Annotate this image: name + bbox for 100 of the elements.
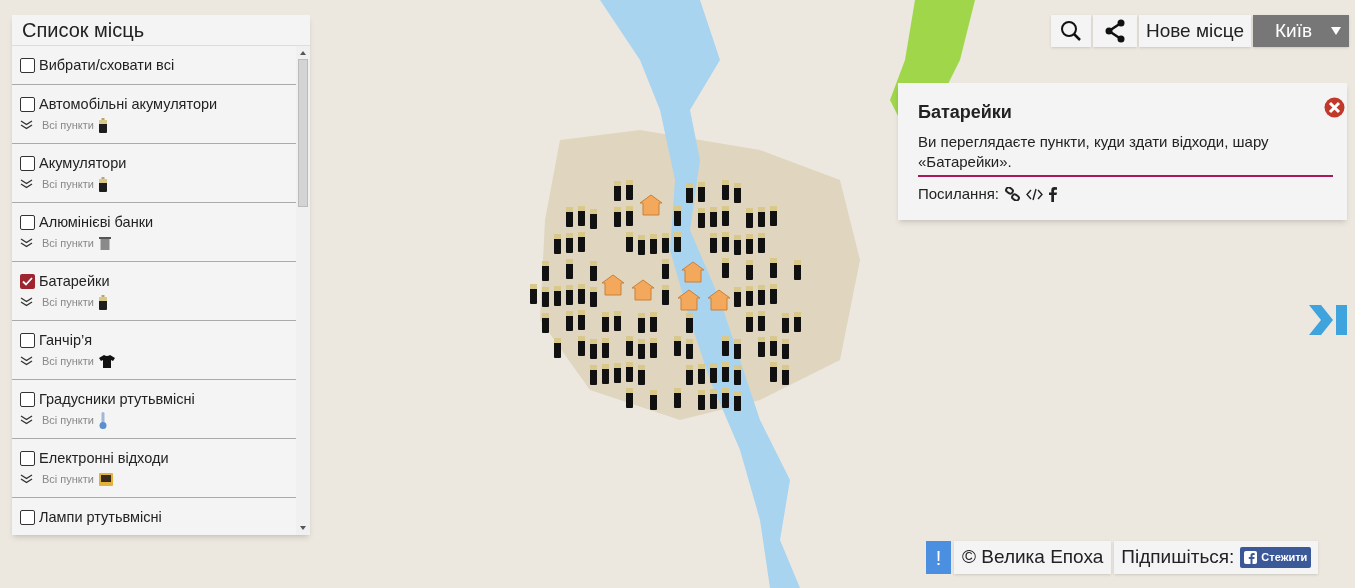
battery-marker-icon[interactable]: [698, 182, 705, 202]
checkbox[interactable]: [20, 451, 35, 467]
battery-marker-icon[interactable]: [590, 209, 597, 229]
checkbox[interactable]: [20, 510, 35, 526]
battery-marker-icon[interactable]: [626, 388, 633, 408]
battery-marker-icon[interactable]: [662, 259, 669, 279]
battery-marker-icon[interactable]: [746, 286, 753, 306]
checkbox[interactable]: [20, 156, 35, 172]
category-row[interactable]: Акумулятори Всі пункти: [12, 144, 296, 203]
battery-marker-icon[interactable]: [722, 388, 729, 408]
battery-marker-icon[interactable]: [614, 363, 621, 383]
scrollbar[interactable]: [296, 46, 310, 535]
battery-marker-icon[interactable]: [734, 365, 741, 385]
battery-marker-icon[interactable]: [650, 390, 657, 410]
battery-marker-icon[interactable]: [578, 310, 585, 330]
battery-marker-icon[interactable]: [626, 180, 633, 200]
battery-marker-icon[interactable]: [590, 365, 597, 385]
double-chevron-icon[interactable]: [20, 356, 33, 366]
battery-marker-icon[interactable]: [626, 362, 633, 382]
battery-marker-icon[interactable]: [542, 261, 549, 281]
battery-marker-icon[interactable]: [614, 311, 621, 331]
battery-marker-icon[interactable]: [734, 287, 741, 307]
category-row[interactable]: Вибрати/сховати всі: [12, 46, 296, 85]
checkbox[interactable]: [20, 97, 35, 113]
battery-marker-icon[interactable]: [722, 362, 729, 382]
double-chevron-icon[interactable]: [20, 120, 33, 130]
battery-marker-icon[interactable]: [710, 207, 717, 227]
battery-marker-icon[interactable]: [722, 336, 729, 356]
battery-marker-icon[interactable]: [746, 260, 753, 280]
double-chevron-icon[interactable]: [20, 415, 33, 426]
battery-marker-icon[interactable]: [578, 206, 585, 226]
battery-marker-icon[interactable]: [554, 234, 561, 254]
battery-marker-icon[interactable]: [758, 311, 765, 331]
battery-marker-icon[interactable]: [770, 284, 777, 304]
battery-marker-icon[interactable]: [566, 285, 573, 305]
battery-marker-icon[interactable]: [614, 181, 621, 201]
battery-marker-icon[interactable]: [602, 364, 609, 384]
battery-marker-icon[interactable]: [530, 284, 537, 304]
category-row[interactable]: Електронні відходи Всі пункти: [12, 439, 296, 498]
battery-marker-icon[interactable]: [734, 391, 741, 411]
double-chevron-icon[interactable]: [20, 474, 33, 484]
code-icon[interactable]: [1025, 187, 1043, 201]
battery-marker-icon[interactable]: [578, 336, 585, 356]
checkbox[interactable]: [20, 333, 35, 349]
battery-marker-icon[interactable]: [590, 339, 597, 359]
battery-marker-icon[interactable]: [734, 183, 741, 203]
category-row[interactable]: Автомобільні акумулятори Всі пункти: [12, 85, 296, 144]
battery-marker-icon[interactable]: [674, 388, 681, 408]
battery-marker-icon[interactable]: [770, 258, 777, 278]
battery-marker-icon[interactable]: [746, 234, 753, 254]
checkbox[interactable]: [20, 392, 35, 408]
battery-marker-icon[interactable]: [554, 286, 561, 306]
battery-marker-icon[interactable]: [710, 389, 717, 409]
battery-marker-icon[interactable]: [794, 312, 801, 332]
house-marker-icon[interactable]: [707, 289, 731, 311]
battery-marker-icon[interactable]: [698, 390, 705, 410]
battery-marker-icon[interactable]: [614, 207, 621, 227]
battery-marker-icon[interactable]: [782, 339, 789, 359]
category-row[interactable]: Алюмінієві банки Всі пункти: [12, 203, 296, 262]
battery-marker-icon[interactable]: [710, 233, 717, 253]
battery-marker-icon[interactable]: [722, 180, 729, 200]
battery-marker-icon[interactable]: [602, 312, 609, 332]
battery-marker-icon[interactable]: [770, 206, 777, 226]
battery-marker-icon[interactable]: [686, 365, 693, 385]
battery-marker-icon[interactable]: [602, 338, 609, 358]
battery-marker-icon[interactable]: [698, 208, 705, 228]
battery-marker-icon[interactable]: [566, 311, 573, 331]
battery-marker-icon[interactable]: [758, 207, 765, 227]
battery-marker-icon[interactable]: [674, 336, 681, 356]
battery-marker-icon[interactable]: [758, 285, 765, 305]
scroll-thumb[interactable]: [298, 59, 308, 207]
battery-marker-icon[interactable]: [566, 233, 573, 253]
category-row[interactable]: Батарейки Всі пункти: [12, 262, 296, 321]
facebook-follow-button[interactable]: Стежити: [1240, 547, 1312, 568]
battery-marker-icon[interactable]: [590, 261, 597, 281]
battery-marker-icon[interactable]: [686, 339, 693, 359]
battery-marker-icon[interactable]: [542, 287, 549, 307]
battery-marker-icon[interactable]: [746, 208, 753, 228]
battery-marker-icon[interactable]: [746, 312, 753, 332]
double-chevron-icon[interactable]: [20, 179, 33, 189]
battery-marker-icon[interactable]: [662, 285, 669, 305]
category-row[interactable]: Градусники ртутьвмісні Всі пункти: [12, 380, 296, 439]
battery-marker-icon[interactable]: [674, 232, 681, 252]
battery-marker-icon[interactable]: [686, 183, 693, 203]
house-marker-icon[interactable]: [601, 274, 625, 296]
facebook-icon[interactable]: [1048, 186, 1057, 202]
battery-marker-icon[interactable]: [554, 338, 561, 358]
battery-marker-icon[interactable]: [626, 232, 633, 252]
battery-marker-icon[interactable]: [722, 258, 729, 278]
battery-marker-icon[interactable]: [638, 313, 645, 333]
city-dropdown[interactable]: Київ: [1253, 15, 1349, 47]
battery-marker-icon[interactable]: [566, 207, 573, 227]
house-marker-icon[interactable]: [631, 279, 655, 301]
house-marker-icon[interactable]: [639, 194, 663, 216]
new-place-button[interactable]: Нове місце: [1138, 15, 1251, 47]
close-icon[interactable]: [1324, 97, 1345, 118]
battery-marker-icon[interactable]: [770, 336, 777, 356]
battery-marker-icon[interactable]: [686, 313, 693, 333]
link-icon[interactable]: [1004, 187, 1020, 202]
house-marker-icon[interactable]: [677, 289, 701, 311]
